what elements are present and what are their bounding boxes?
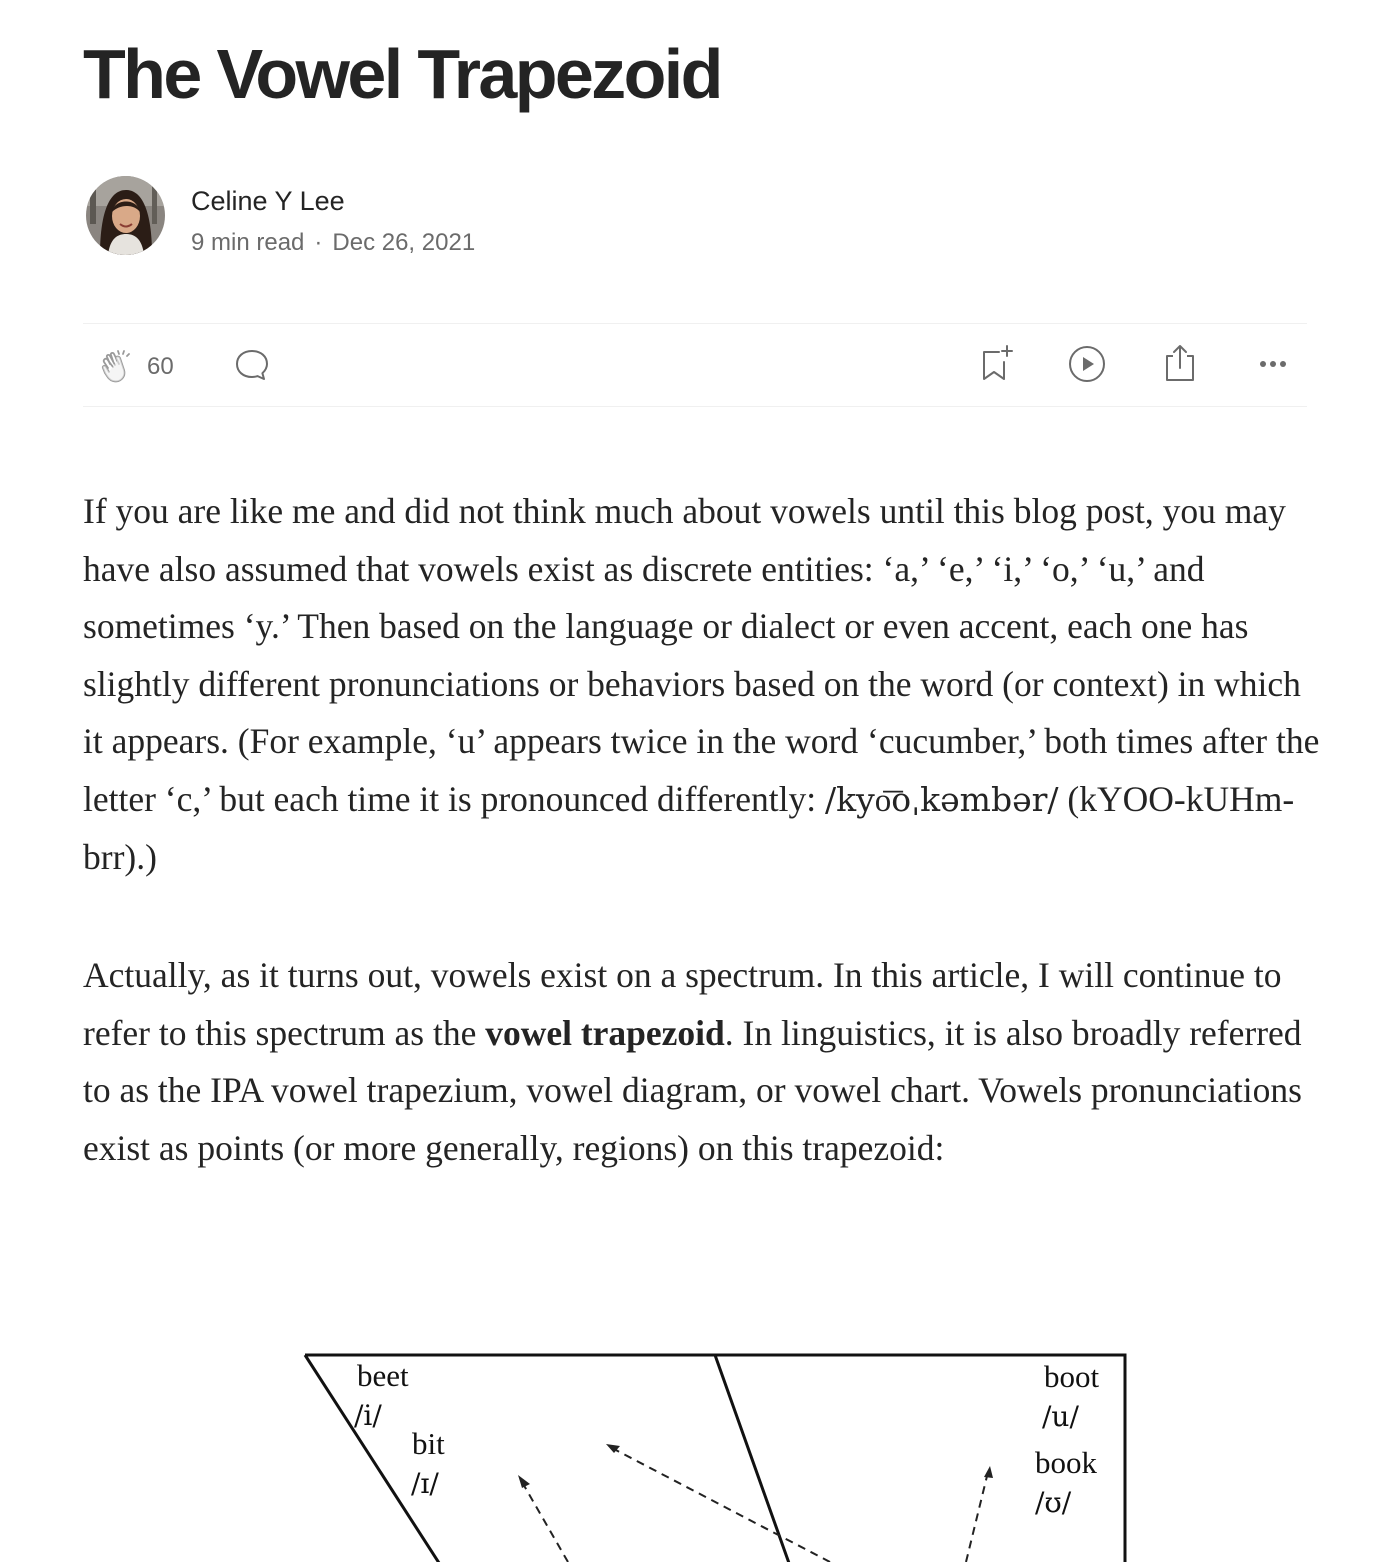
action-bar: 60 [83,323,1307,407]
label-bit: bit [412,1426,445,1461]
comment-icon[interactable] [233,346,271,384]
more-icon[interactable] [1253,344,1293,384]
label-book-ipa: /ʊ/ [1035,1486,1072,1519]
avatar-photo [86,176,165,255]
label-boot-ipa: /u/ [1042,1400,1079,1433]
bold-term: vowel trapezoid [485,1012,725,1053]
label-beet: beet [357,1358,409,1393]
listen-icon[interactable] [1067,344,1107,384]
author-avatar[interactable] [86,176,165,255]
meta-separator: · [314,229,323,256]
paragraph-intro-text: If you are like me and did not think muc… [83,491,1320,819]
clap-icon[interactable] [98,346,138,386]
label-book: book [1035,1445,1097,1480]
label-boot: boot [1044,1359,1100,1394]
vowel-trapezoid-figure: beet /i/ bit /ɪ/ boot /u/ book /ʊ/ [290,1340,1140,1562]
label-beet-ipa: /i/ [354,1399,382,1432]
read-time: 9 min read [191,229,305,256]
ipa-transcription: /kyo͞oˌkəmbər/ [824,779,1059,819]
author-name[interactable]: Celine Y Lee [191,184,345,218]
clap-count: 60 [147,353,174,380]
paragraph-intro: If you are like me and did not think muc… [83,483,1323,886]
paragraph-spectrum: Actually, as it turns out, vowels exist … [83,947,1323,1177]
label-bit-ipa: /ɪ/ [411,1467,439,1500]
share-icon[interactable] [1160,342,1200,384]
publish-date: Dec 26, 2021 [332,229,476,256]
bookmark-icon[interactable] [976,344,1016,384]
article-title: The Vowel Trapezoid [83,35,723,113]
article-meta: 9 min read · Dec 26, 2021 [191,228,475,258]
